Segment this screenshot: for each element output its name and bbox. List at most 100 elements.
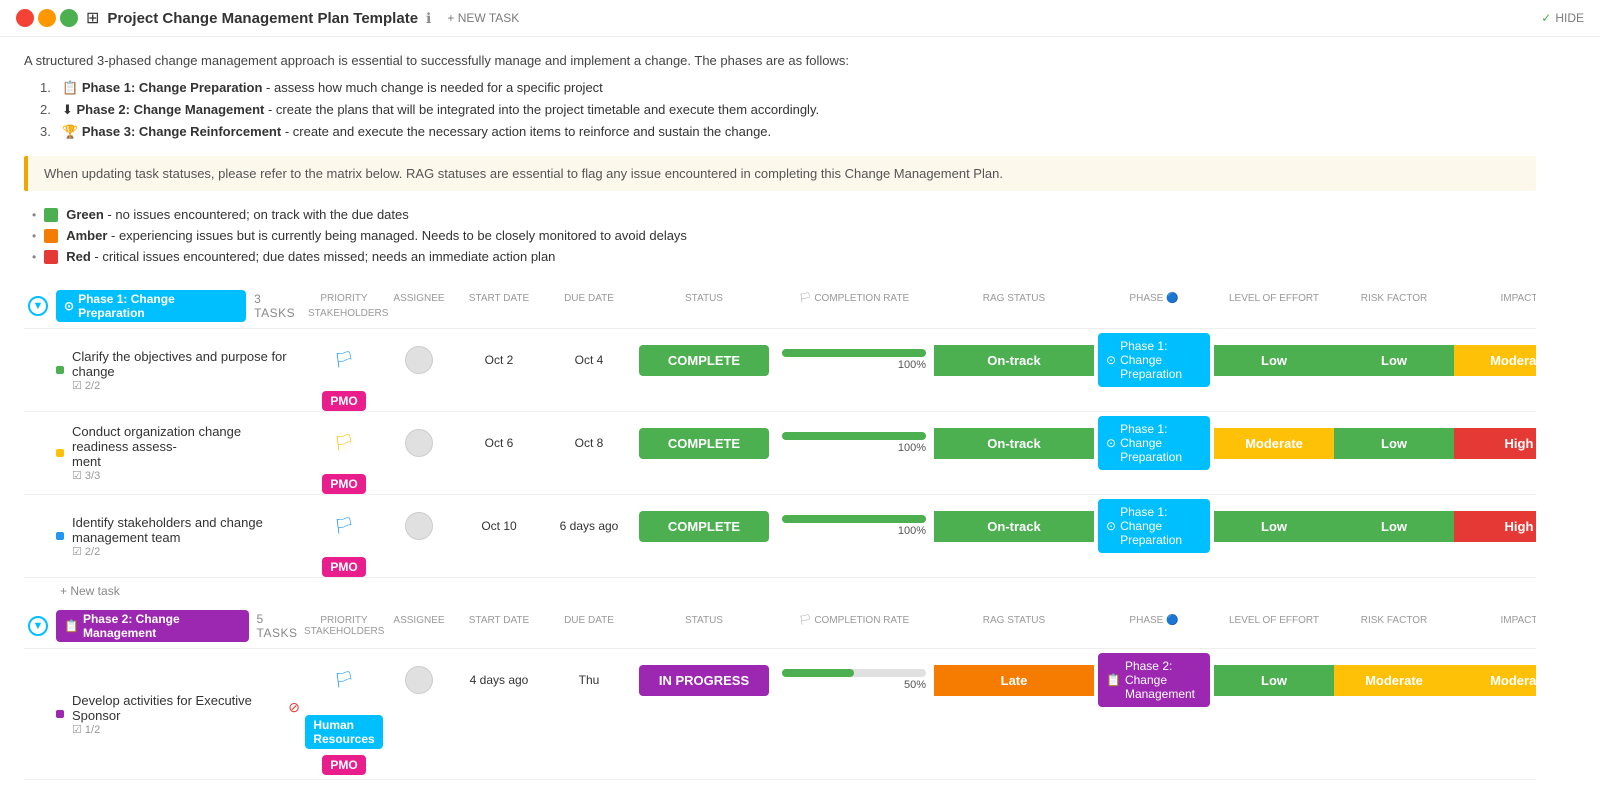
col-due: DUE DATE [544, 291, 634, 306]
phase-list: 1. 📋 Phase 1: Change Preparation - asses… [24, 80, 1536, 140]
task-rag-4: Late [934, 665, 1094, 696]
task-check-2: ☑ 3/3 [72, 469, 300, 482]
task-due-3: 6 days ago [544, 519, 634, 533]
task-progress-label-2: 100% [782, 442, 926, 454]
phase-list-item-3: 3. 🏆 Phase 3: Change Reinforcement - cre… [40, 124, 1536, 140]
task-risk-1: Low [1334, 345, 1454, 376]
window-controls [16, 9, 78, 27]
task-impact-1: Moderate [1454, 345, 1536, 376]
rag-notice-box: When updating task statuses, please refe… [24, 156, 1536, 191]
grid-icon: ⊞ [86, 8, 99, 28]
col-phase: PHASE 🔵 [1094, 291, 1214, 306]
task-status-1: COMPLETE [639, 345, 769, 376]
task-name-4: Develop activities for Executive Sponsor [72, 693, 284, 723]
phase1-badge: ⊙ Phase 1: Change Preparation [56, 290, 246, 322]
phase1-toggle[interactable]: ▼ [28, 296, 48, 316]
task-progress-bar-1 [782, 349, 926, 357]
task-phase-1: ⊙ Phase 1: Change Preparation [1098, 333, 1210, 387]
task-progress-label-3: 100% [782, 525, 926, 537]
status-legend: • Green - no issues encountered; on trac… [24, 207, 1536, 264]
status-red: • Red - critical issues encountered; due… [32, 249, 1536, 264]
intro-text: A structured 3-phased change management … [24, 53, 1536, 68]
phase2-section: ▼ 📋 Phase 2: Change Management 5 TASKS P… [24, 604, 1536, 780]
task-loe-1: Low [1214, 345, 1334, 376]
task-risk-4: Moderate [1334, 665, 1454, 696]
task-priority-1: 🏳 [304, 350, 384, 370]
phase2-badge: 📋 Phase 2: Change Management [56, 610, 249, 642]
tasks-table: ▼ ⊙ Phase 1: Change Preparation 3 TASKS … [24, 284, 1536, 780]
top-bar: ⊞ Project Change Management Plan Templat… [0, 0, 1600, 37]
doc-body: A structured 3-phased change management … [0, 37, 1560, 796]
task-loe-4: Low [1214, 665, 1334, 696]
task-start-4: 4 days ago [454, 673, 544, 687]
task-check-1: ☑ 2/2 [72, 379, 300, 392]
task-check-3: ☑ 2/2 [72, 545, 300, 558]
task-progress-bar-4 [782, 669, 926, 677]
task-row-2: Conduct organization change readiness as… [24, 412, 1536, 495]
phase2-toggle[interactable]: ▼ [28, 616, 48, 636]
task-progress-bar-2 [782, 432, 926, 440]
amber-dot [44, 229, 58, 243]
task-assignee-1 [405, 346, 433, 374]
phase1-count: 3 TASKS [254, 292, 304, 320]
task-start-2: Oct 6 [454, 436, 544, 450]
col-status: STATUS [634, 291, 774, 306]
task-rag-2: On-track [934, 428, 1094, 459]
red-dot [44, 250, 58, 264]
task-rag-1: On-track [934, 345, 1094, 376]
task-status-4: IN PROGRESS [639, 665, 769, 696]
task-assignee-3 [405, 512, 433, 540]
task-risk-3: Low [1334, 511, 1454, 542]
task-assignee-2 [405, 429, 433, 457]
task-row-3: Identify stakeholders and change managem… [24, 495, 1536, 578]
task-due-1: Oct 4 [544, 353, 634, 367]
task-loe-2: Moderate [1214, 428, 1334, 459]
close-icon[interactable] [16, 9, 34, 27]
add-task-phase1-link[interactable]: + New task [24, 578, 1536, 604]
task-status-3: COMPLETE [639, 511, 769, 542]
phase-list-item-1: 1. 📋 Phase 1: Change Preparation - asses… [40, 80, 1536, 96]
phase-list-item-2: 2. ⬇ Phase 2: Change Management - create… [40, 102, 1536, 118]
col-impact: IMPACT [1454, 291, 1536, 306]
task-assignee-4 [405, 666, 433, 694]
task-rag-3: On-track [934, 511, 1094, 542]
task-due-2: Oct 8 [544, 436, 634, 450]
phase1-header: ▼ ⊙ Phase 1: Change Preparation 3 TASKS … [24, 284, 1536, 329]
col-loe: LEVEL OF EFFORT [1214, 291, 1334, 306]
task-priority-3: 🏳 [304, 516, 384, 536]
task-start-3: Oct 10 [454, 519, 544, 533]
task-phase-4: 📋 Phase 2: Change Management [1098, 653, 1210, 707]
minimize-icon[interactable] [38, 9, 56, 27]
col-priority: PRIORITY [304, 291, 384, 306]
task-progress-bar-3 [782, 515, 926, 523]
task-progress-label-1: 100% [782, 359, 926, 371]
task-color-dot-4 [56, 710, 64, 718]
task-loe-3: Low [1214, 511, 1334, 542]
task-stakeholder-pmo: PMO [322, 755, 365, 775]
task-stakeholder-1: PMO [322, 391, 365, 411]
phase1-section: ▼ ⊙ Phase 1: Change Preparation 3 TASKS … [24, 284, 1536, 604]
task-stakeholder-3: PMO [322, 557, 365, 577]
task-color-dot-2 [56, 449, 64, 457]
task-stakeholder-hr: Human Resources [305, 715, 382, 749]
task-impact-2: High [1454, 428, 1536, 459]
status-green: • Green - no issues encountered; on trac… [32, 207, 1536, 222]
maximize-icon[interactable] [60, 9, 78, 27]
col-risk: RISK FACTOR [1334, 291, 1454, 306]
status-amber: • Amber - experiencing issues but is cur… [32, 228, 1536, 243]
new-task-button[interactable]: + NEW TASK [447, 11, 519, 25]
task-impact-3: High [1454, 511, 1536, 542]
task-phase-2: ⊙ Phase 1: Change Preparation [1098, 416, 1210, 470]
hide-button[interactable]: ✓ HIDE [1541, 11, 1584, 25]
task-check-4: ☑ 1/2 [72, 723, 300, 736]
task-name-3: Identify stakeholders and change managem… [72, 515, 300, 545]
info-icon[interactable]: ℹ [426, 10, 431, 27]
task-row-4: Develop activities for Executive Sponsor… [24, 649, 1536, 780]
task-color-dot [56, 366, 64, 374]
task-progress-label-4: 50% [782, 679, 926, 691]
phase2-header: ▼ 📋 Phase 2: Change Management 5 TASKS P… [24, 604, 1536, 649]
col-stakeholders: STAKEHOLDERS [304, 306, 384, 321]
task-risk-2: Low [1334, 428, 1454, 459]
phase2-count: 5 TASKS [257, 612, 304, 640]
task-stakeholder-2: PMO [322, 474, 365, 494]
